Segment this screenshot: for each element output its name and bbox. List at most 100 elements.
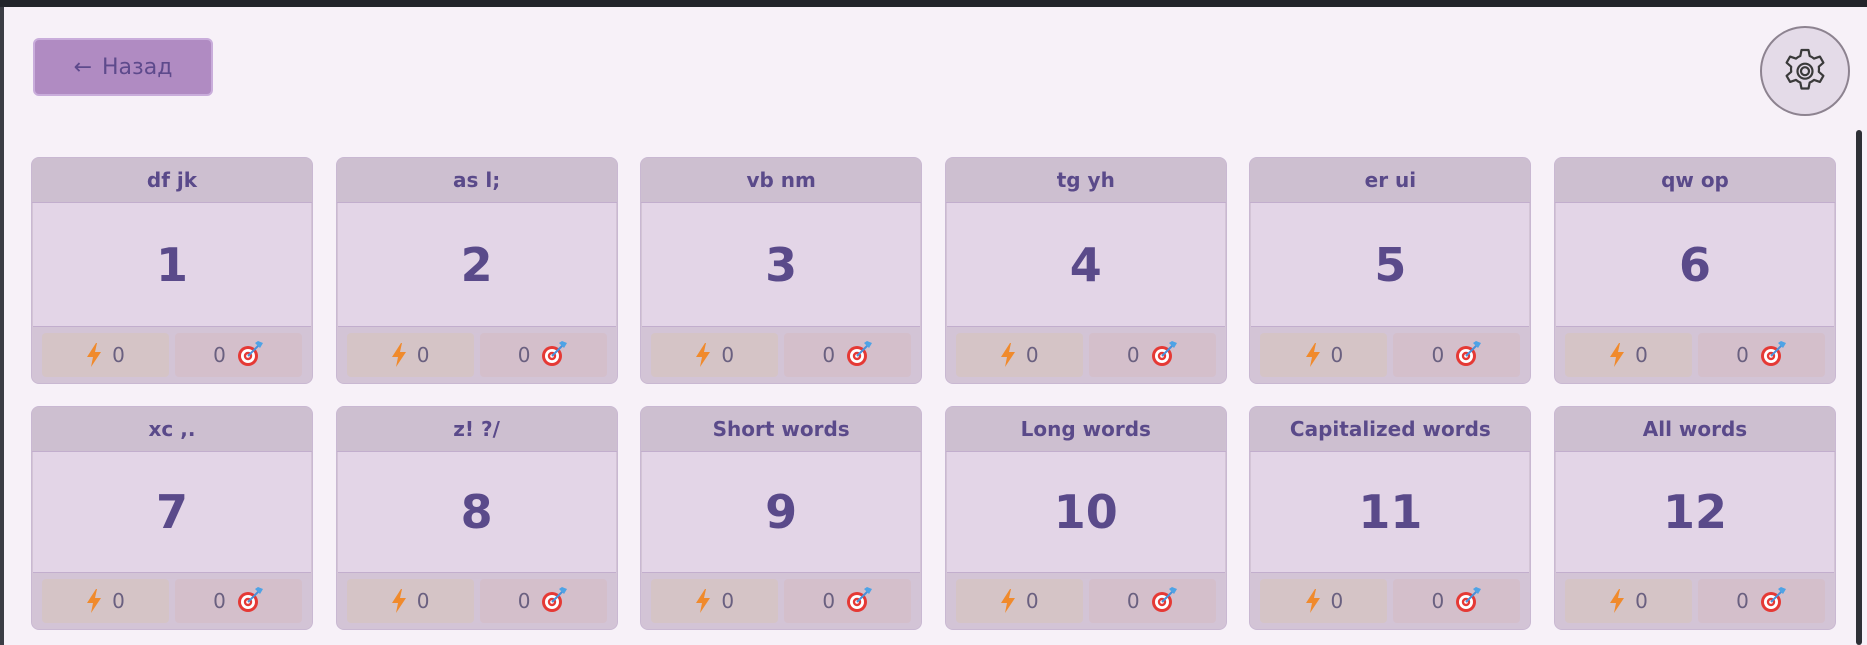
lesson-card-6[interactable]: qw op 6 0 0 bbox=[1553, 157, 1836, 384]
lesson-card-2[interactable]: as l; 2 0 0 bbox=[335, 157, 618, 384]
lesson-card-7[interactable]: xc ,. 7 0 0 bbox=[31, 406, 313, 630]
speed-value: 0 bbox=[1635, 343, 1648, 367]
lesson-card-4[interactable]: tg yh 4 0 0 bbox=[944, 157, 1227, 384]
lightning-icon bbox=[1000, 343, 1016, 367]
accuracy-stat: 0 bbox=[175, 579, 302, 623]
lesson-number: 3 bbox=[642, 203, 921, 327]
lightning-icon bbox=[391, 343, 407, 367]
accuracy-value: 0 bbox=[1431, 343, 1445, 367]
lesson-stats: 00 bbox=[641, 327, 922, 383]
target-icon bbox=[540, 587, 568, 615]
lesson-number: 11 bbox=[1251, 452, 1530, 573]
lightning-icon bbox=[86, 589, 102, 613]
lesson-card-1[interactable]: df jk 1 0 0 bbox=[31, 157, 313, 384]
speed-value: 0 bbox=[721, 343, 735, 367]
lesson-stats: 00 bbox=[641, 573, 922, 629]
lesson-card-12[interactable]: All words 12 0 0 bbox=[1553, 406, 1836, 630]
lesson-number: 2 bbox=[337, 203, 616, 327]
accuracy-stat: 0 bbox=[1088, 333, 1216, 377]
speed-stat: 0 bbox=[1260, 579, 1388, 623]
lesson-card-5[interactable]: er ui 5 0 0 bbox=[1249, 157, 1532, 384]
target-icon bbox=[1150, 341, 1178, 369]
accuracy-value: 0 bbox=[1736, 343, 1749, 367]
lesson-stats: 00 bbox=[1250, 573, 1531, 629]
lesson-stats: 00 bbox=[1250, 327, 1531, 383]
speed-value: 0 bbox=[1025, 589, 1039, 613]
lesson-card-3[interactable]: vb nm 3 0 0 bbox=[640, 157, 923, 384]
accuracy-value: 0 bbox=[213, 589, 226, 613]
speed-value: 0 bbox=[1635, 589, 1648, 613]
lesson-card-8[interactable]: z! ?/8 0 0 bbox=[335, 406, 618, 630]
accuracy-stat: 0 bbox=[1393, 579, 1521, 623]
speed-value: 0 bbox=[416, 589, 430, 613]
speed-value: 0 bbox=[112, 343, 125, 367]
lightning-icon bbox=[1000, 589, 1016, 613]
speed-stat: 0 bbox=[651, 333, 779, 377]
lesson-title: tg yh bbox=[945, 158, 1226, 203]
lightning-icon bbox=[1609, 343, 1625, 367]
lesson-stats: 00 bbox=[1554, 573, 1835, 629]
accuracy-value: 0 bbox=[1126, 343, 1140, 367]
lesson-grid: df jk 1 0 0 as l; 2 0 0 vb nm 3 0 0 tg yh 4 0 0 er ui 5 0 0… bbox=[31, 157, 1836, 630]
target-icon bbox=[1454, 341, 1482, 369]
lesson-title: vb nm bbox=[641, 158, 922, 203]
accuracy-stat: 0 bbox=[1697, 333, 1825, 377]
scrollbar-thumb[interactable] bbox=[1856, 130, 1862, 645]
lesson-title: qw op bbox=[1554, 158, 1835, 203]
lightning-icon bbox=[391, 589, 407, 613]
lightning-icon bbox=[1305, 589, 1321, 613]
speed-stat: 0 bbox=[1260, 333, 1388, 377]
lesson-stats: 00 bbox=[336, 573, 617, 629]
lesson-number: 12 bbox=[1555, 452, 1834, 573]
lesson-stats: 00 bbox=[336, 327, 617, 383]
lesson-title: xc ,. bbox=[32, 407, 312, 452]
speed-stat: 0 bbox=[955, 579, 1083, 623]
accuracy-stat: 0 bbox=[479, 333, 607, 377]
window-top-bar bbox=[0, 0, 1867, 7]
speed-value: 0 bbox=[1330, 343, 1344, 367]
lightning-icon bbox=[695, 343, 711, 367]
lesson-number: 9 bbox=[642, 452, 921, 573]
accuracy-value: 0 bbox=[1431, 589, 1445, 613]
accuracy-stat: 0 bbox=[175, 333, 302, 377]
speed-value: 0 bbox=[1025, 343, 1039, 367]
back-button-label: Назад bbox=[102, 54, 173, 80]
lesson-number: 7 bbox=[33, 452, 311, 573]
speed-stat: 0 bbox=[346, 579, 474, 623]
lesson-title: Capitalized words bbox=[1250, 407, 1531, 452]
window-left-edge bbox=[0, 7, 4, 645]
lesson-card-10[interactable]: Long words 10 0 0 bbox=[944, 406, 1227, 630]
back-arrow-icon: ← bbox=[73, 54, 92, 80]
lightning-icon bbox=[695, 589, 711, 613]
accuracy-value: 0 bbox=[1126, 589, 1140, 613]
speed-value: 0 bbox=[112, 589, 125, 613]
target-icon bbox=[1759, 587, 1787, 615]
lesson-number: 6 bbox=[1555, 203, 1834, 327]
lesson-title: er ui bbox=[1250, 158, 1531, 203]
speed-stat: 0 bbox=[1564, 579, 1692, 623]
lesson-card-11[interactable]: Capitalized words 11 0 0 bbox=[1249, 406, 1532, 630]
accuracy-value: 0 bbox=[213, 343, 226, 367]
speed-stat: 0 bbox=[346, 333, 474, 377]
lesson-title: df jk bbox=[32, 158, 312, 203]
lesson-title: All words bbox=[1554, 407, 1835, 452]
lesson-title: z! ?/ bbox=[336, 407, 617, 452]
speed-stat: 0 bbox=[651, 579, 779, 623]
accuracy-stat: 0 bbox=[1088, 579, 1216, 623]
accuracy-stat: 0 bbox=[479, 579, 607, 623]
accuracy-stat: 0 bbox=[1697, 579, 1825, 623]
accuracy-stat: 0 bbox=[1393, 333, 1521, 377]
lesson-number: 10 bbox=[946, 452, 1225, 573]
speed-stat: 0 bbox=[1564, 333, 1692, 377]
lesson-number: 1 bbox=[33, 203, 311, 327]
lightning-icon bbox=[1609, 589, 1625, 613]
speed-value: 0 bbox=[1330, 589, 1344, 613]
settings-button[interactable] bbox=[1760, 26, 1850, 116]
back-button[interactable]: ← Назад bbox=[33, 38, 213, 96]
lesson-number: 8 bbox=[337, 452, 616, 573]
accuracy-value: 0 bbox=[1736, 589, 1749, 613]
lesson-number: 5 bbox=[1251, 203, 1530, 327]
lesson-stats: 00 bbox=[32, 327, 312, 383]
speed-value: 0 bbox=[416, 343, 430, 367]
lesson-card-9[interactable]: Short words 9 0 0 bbox=[640, 406, 923, 630]
